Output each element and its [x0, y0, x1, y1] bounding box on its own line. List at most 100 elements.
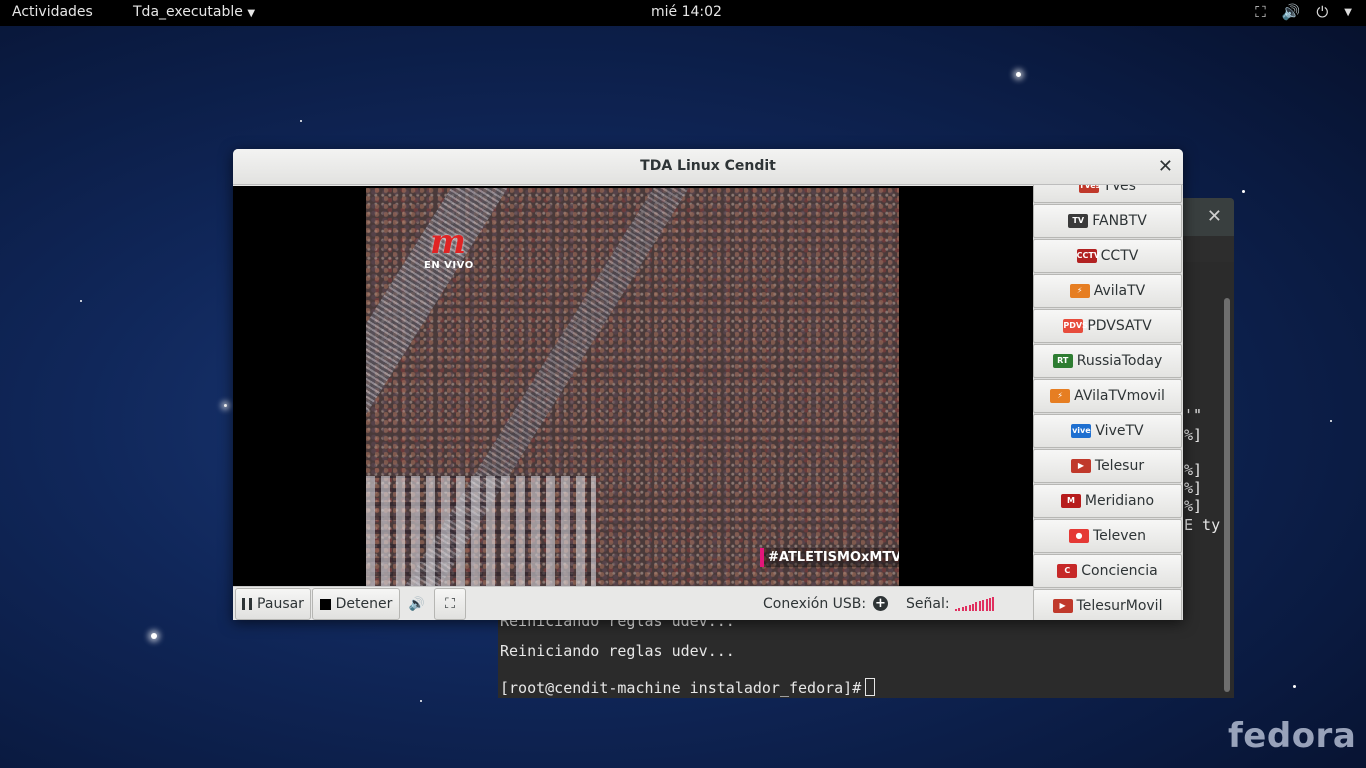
signal-bar: [982, 600, 985, 611]
signal-bar: [978, 601, 981, 611]
channel-logo-icon: RT: [1052, 354, 1073, 368]
channel-logo-icon: TVes: [1079, 185, 1100, 193]
network-icon: ⛶: [1255, 3, 1266, 21]
signal-bar: [958, 607, 961, 611]
channel-logo-icon: vive: [1071, 424, 1092, 438]
volume-icon: 🔊: [1281, 3, 1301, 21]
channel-button[interactable]: RT RussiaToday: [1033, 344, 1182, 378]
channel-label: Telesur: [1094, 458, 1145, 474]
video-content: [366, 476, 596, 586]
channel-logo-icon: ⚡: [1069, 284, 1090, 298]
terminal-fragment: %]: [1184, 497, 1203, 515]
channel-button[interactable]: TVes TVes: [1033, 185, 1182, 203]
usb-label: Conexión USB:: [763, 596, 867, 612]
video-area[interactable]: m EN VIVO #ATLETISMOxMTV: [233, 186, 1033, 586]
star: [224, 404, 227, 407]
channel-button[interactable]: ▶ Telesur: [1033, 449, 1182, 483]
signal-label: Señal:: [906, 596, 950, 612]
channel-logo-icon: ▶: [1052, 599, 1073, 613]
tda-window[interactable]: TDA Linux Cendit ✕ m EN VIVO #ATLETISMOx…: [233, 149, 1183, 620]
terminal-prompt[interactable]: [root@cendit-machine instalador_fedora]#: [500, 678, 876, 697]
video-hashtag: #ATLETISMOxMTV: [760, 548, 899, 567]
volume-button[interactable]: 🔊: [401, 588, 433, 620]
channel-label: ViveTV: [1095, 423, 1144, 439]
channel-button[interactable]: PDVSA PDVSATV: [1033, 309, 1182, 343]
fullscreen-button[interactable]: ⛶: [434, 588, 466, 620]
channel-button[interactable]: ● Televen: [1033, 519, 1182, 553]
channel-label: TVes: [1103, 185, 1136, 194]
stop-icon: [319, 598, 331, 610]
power-icon: ⏻: [1316, 3, 1329, 21]
channel-button[interactable]: ⚡ AvilaTV: [1033, 274, 1182, 308]
channel-label: PDVSATV: [1087, 318, 1152, 334]
logo-mark: m: [430, 222, 466, 262]
signal-bar: [965, 605, 968, 611]
channel-logo-icon: ●: [1068, 529, 1089, 543]
channel-label: TelesurMovil: [1076, 598, 1163, 614]
channel-label: Meridiano: [1084, 493, 1155, 509]
caret-down-icon: ▼: [1344, 6, 1352, 18]
channel-logo: m EN VIVO: [424, 222, 494, 272]
video-frame[interactable]: m EN VIVO #ATLETISMOxMTV: [366, 188, 899, 586]
fedora-watermark: fedora: [1228, 716, 1357, 756]
activities-button[interactable]: Actividades: [12, 4, 93, 20]
terminal-fragment: '": [1184, 406, 1203, 424]
close-icon[interactable]: ✕: [1158, 156, 1173, 177]
app-menu-label: Tda_executable: [133, 4, 243, 20]
stop-label: Detener: [335, 596, 393, 612]
channel-label: AVilaTVmovil: [1074, 388, 1165, 404]
star: [300, 120, 302, 122]
channel-button[interactable]: vive ViveTV: [1033, 414, 1182, 448]
channel-button[interactable]: ▶ TelesurMovil: [1033, 589, 1182, 620]
channel-logo-icon: ▶: [1070, 459, 1091, 473]
clock[interactable]: mié 14:02: [651, 4, 722, 20]
channel-button[interactable]: CCTV CCTV: [1033, 239, 1182, 273]
signal-bar: [985, 599, 988, 611]
signal-bar: [989, 598, 991, 611]
signal-bar: [961, 606, 964, 611]
signal-bar: [992, 596, 995, 611]
terminal-fragment: %]: [1184, 426, 1203, 444]
star: [1242, 190, 1245, 193]
channel-logo-icon: PDVSA: [1063, 319, 1094, 333]
logo-live-text: EN VIVO: [424, 260, 474, 271]
pause-label: Pausar: [257, 596, 304, 612]
app-menu[interactable]: Tda_executable ▼: [133, 4, 255, 20]
channel-button[interactable]: C Conciencia: [1033, 554, 1182, 588]
star: [80, 300, 82, 302]
channel-logo-icon: M: [1060, 494, 1081, 508]
window-title: TDA Linux Cendit: [640, 158, 776, 174]
terminal-close-icon[interactable]: ✕: [1207, 206, 1222, 227]
channel-label: AvilaTV: [1093, 283, 1146, 299]
channel-label: RussiaToday: [1076, 353, 1163, 369]
terminal-line: Reiniciando reglas udev...: [500, 642, 735, 660]
channel-button[interactable]: ⚡ AVilaTVmovil: [1033, 379, 1182, 413]
pause-icon: [242, 598, 253, 610]
pause-button[interactable]: Pausar: [235, 588, 311, 620]
signal-bar: [968, 604, 971, 611]
channel-button[interactable]: TV FANBTV: [1033, 204, 1182, 238]
signal-meter: [955, 596, 997, 611]
channel-list[interactable]: TVes TVes TV FANBTV CCTV CCTV ⚡ AvilaTV PDVSA PDV…: [1033, 185, 1183, 620]
star: [420, 700, 422, 702]
tda-titlebar[interactable]: TDA Linux Cendit ✕: [233, 149, 1183, 185]
stop-button[interactable]: Detener: [312, 588, 400, 620]
prompt-text: [root@cendit-machine instalador_fedora]#: [500, 679, 862, 697]
terminal-fragment: %]: [1184, 479, 1203, 497]
channel-logo-icon: CCTV: [1076, 249, 1100, 263]
channel-label: Conciencia: [1081, 563, 1158, 579]
fullscreen-icon: ⛶: [445, 596, 455, 612]
top-bar: Actividades Tda_executable ▼ mié 14:02 ⛶…: [0, 0, 1366, 26]
signal-bar: [975, 602, 978, 611]
channel-button[interactable]: M Meridiano: [1033, 484, 1182, 518]
player-controls: Pausar Detener 🔊 ⛶ Conexión USB: + Señal…: [233, 586, 1033, 620]
caret-down-icon: ▼: [247, 8, 256, 19]
channel-logo-icon: C: [1057, 564, 1078, 578]
star: [151, 633, 157, 639]
usb-add-icon[interactable]: +: [873, 596, 888, 611]
volume-icon: 🔊: [408, 596, 426, 612]
system-menu[interactable]: ⛶ 🔊 ⏻ ▼: [1255, 3, 1352, 21]
terminal-scrollbar[interactable]: [1224, 298, 1230, 692]
terminal-fragment: E ty: [1184, 516, 1221, 534]
channel-logo-icon: TV: [1068, 214, 1089, 228]
